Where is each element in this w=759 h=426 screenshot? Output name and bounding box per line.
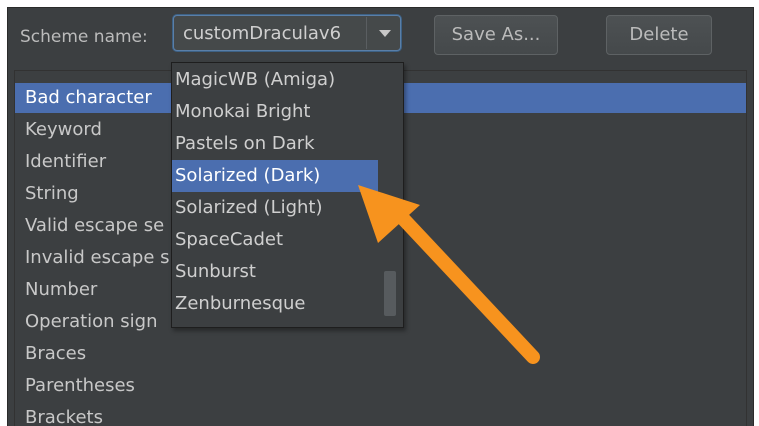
scheme-combobox-value: customDraculav6 (183, 23, 342, 44)
list-item[interactable]: Brackets (25, 403, 103, 426)
delete-button[interactable]: Delete (606, 15, 712, 55)
dropdown-scrollbar-thumb[interactable] (384, 271, 396, 316)
list-item[interactable]: Parentheses (25, 371, 135, 401)
dropdown-option[interactable]: Monokai Bright (172, 96, 378, 128)
list-item[interactable]: Braces (25, 339, 86, 369)
list-item[interactable]: Number (25, 275, 97, 305)
list-item[interactable]: Keyword (25, 115, 102, 145)
dropdown-option-selected[interactable]: Solarized (Dark) (172, 160, 378, 192)
scheme-dropdown-popup: MagicWB (Amiga) Monokai Bright Pastels o… (171, 62, 404, 328)
dropdown-option[interactable]: Sunburst (172, 256, 378, 288)
dropdown-option[interactable]: Pastels on Dark (172, 128, 378, 160)
save-as-button[interactable]: Save As... (434, 15, 558, 55)
list-item[interactable]: Operation sign (25, 307, 158, 337)
list-item[interactable]: Invalid escape s (25, 243, 170, 273)
chevron-down-icon[interactable] (376, 26, 394, 40)
combobox-divider (366, 17, 367, 49)
list-item[interactable]: Valid escape se (25, 211, 164, 241)
color-scheme-settings: Scheme name: customDraculav6 Save As... … (7, 7, 754, 426)
dropdown-option[interactable]: MagicWB (Amiga) (172, 64, 378, 96)
scheme-name-label: Scheme name: (20, 27, 148, 47)
scheme-combobox[interactable]: customDraculav6 (173, 15, 401, 51)
dropdown-option[interactable]: Zenburnesque (172, 288, 378, 320)
list-item[interactable]: String (25, 179, 79, 209)
dropdown-option[interactable]: Solarized (Light) (172, 192, 378, 224)
dropdown-option[interactable]: SpaceCadet (172, 224, 378, 256)
list-item[interactable]: Identifier (25, 147, 106, 177)
